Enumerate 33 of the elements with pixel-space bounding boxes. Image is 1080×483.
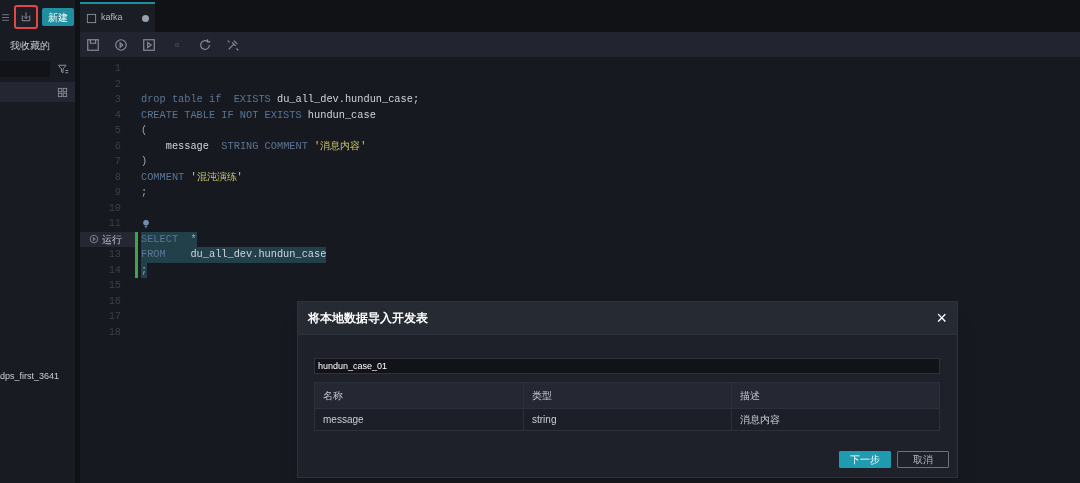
table-cell: string [523,409,731,430]
lightbulb-icon[interactable] [141,218,151,229]
code-line: COMMENT '混沌演练' [141,169,243,185]
table-cell: 消息内容 [731,409,939,430]
code-line: ; [141,185,148,201]
code-line: drop table if EXISTS du_all_dev.hundun_case; [141,92,420,108]
new-button[interactable]: 新建 [42,8,74,26]
grid-icon[interactable] [57,86,68,98]
filter-icon[interactable] [57,63,69,75]
code-line: ) [141,154,148,170]
list-icon[interactable] [1,12,10,22]
import-icon[interactable] [20,11,32,23]
cancel-button[interactable]: 取消 [897,451,949,468]
tree-row[interactable] [0,82,75,102]
dialog-title: 将本地数据导入开发表 [308,310,428,327]
file-icon[interactable] [86,12,97,24]
run-selection-icon[interactable] [142,37,156,52]
code-line: ( [141,123,148,139]
refresh-icon[interactable] [198,37,212,52]
import-button[interactable] [14,5,38,29]
close-button[interactable]: × [936,309,947,327]
run-icon[interactable] [89,234,99,245]
code-line: message STRING COMMENT '消息内容' [164,138,367,154]
tree-item[interactable]: dps_first_3641 [0,370,60,384]
editor-tab[interactable]: kafka [80,2,155,32]
run-icon[interactable] [114,37,128,52]
table-name-field[interactable]: hundun_case_01 [314,358,940,374]
favorites-tab[interactable]: 我收藏的 [10,37,50,53]
column-header: 名称 [322,389,344,403]
table-cell-text: message [322,413,365,427]
format-icon[interactable] [226,37,240,52]
save-icon[interactable] [86,37,100,52]
code-line: CREATE TABLE IF NOT EXISTS hundun_case [141,107,376,123]
